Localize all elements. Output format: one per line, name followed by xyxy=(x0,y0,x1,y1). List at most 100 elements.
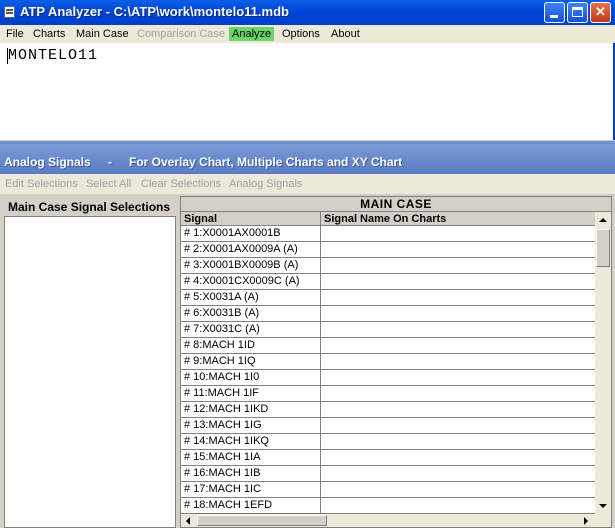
signal-name-cell[interactable] xyxy=(321,226,595,241)
close-button[interactable]: ✕ xyxy=(590,2,611,23)
menu-about[interactable]: About xyxy=(328,27,363,41)
column-header-signal[interactable]: Signal xyxy=(181,212,321,226)
arrow-down-icon xyxy=(599,504,607,508)
table-row[interactable]: # 17:MACH 1IC xyxy=(181,482,595,498)
minimize-button[interactable] xyxy=(544,2,565,23)
signal-cell[interactable]: # 15:MACH 1IA xyxy=(181,450,321,465)
arrow-up-icon xyxy=(599,218,607,222)
signal-cell[interactable]: # 11:MACH 1IF xyxy=(181,386,321,401)
table-row[interactable]: # 10:MACH 1I0 xyxy=(181,370,595,386)
scroll-down-button[interactable] xyxy=(595,498,611,514)
maximize-button[interactable] xyxy=(567,2,588,23)
scroll-left-button[interactable] xyxy=(181,514,197,527)
table-row[interactable]: # 15:MACH 1IA xyxy=(181,450,595,466)
horizontal-scrollbar[interactable] xyxy=(181,514,595,527)
main-title-bar[interactable]: ATP Analyzer - C:\ATP\work\montelo11.mdb… xyxy=(0,0,615,25)
edit-selections-menu[interactable]: Edit Selections xyxy=(5,178,78,190)
signal-cell[interactable]: # 17:MACH 1IC xyxy=(181,482,321,497)
signal-cell[interactable]: # 8:MACH 1ID xyxy=(181,338,321,353)
table-row[interactable]: # 5:X0031A (A) xyxy=(181,290,595,306)
signal-name-cell[interactable] xyxy=(321,242,595,257)
signal-cell[interactable]: # 9:MACH 1IQ xyxy=(181,354,321,369)
signal-cell[interactable]: # 14:MACH 1IKQ xyxy=(181,434,321,449)
signal-cell[interactable]: # 2:X0001AX0009A (A) xyxy=(181,242,321,257)
table-row[interactable]: # 13:MACH 1IG xyxy=(181,418,595,434)
resize-grip[interactable] xyxy=(595,514,611,527)
scroll-up-button[interactable] xyxy=(595,212,611,228)
table-row[interactable]: # 11:MACH 1IF xyxy=(181,386,595,402)
signal-cell[interactable]: # 3:X0001BX0009B (A) xyxy=(181,258,321,273)
menu-options[interactable]: Options xyxy=(279,27,323,41)
menu-charts[interactable]: Charts xyxy=(30,27,68,41)
signal-name-cell[interactable] xyxy=(321,274,595,289)
selection-panel: Main Case Signal Selections xyxy=(0,194,177,528)
column-header-signal-name[interactable]: Signal Name On Charts xyxy=(321,212,595,226)
analog-signals-menu: Edit Selections Select All Clear Selecti… xyxy=(0,174,615,194)
horizontal-scroll-thumb[interactable] xyxy=(197,515,327,526)
table-row[interactable]: # 9:MACH 1IQ xyxy=(181,354,595,370)
analog-signals-title-bar[interactable]: Analog Signals - For Overlay Chart, Mult… xyxy=(0,144,615,174)
menu-file[interactable]: File xyxy=(3,27,27,41)
signal-name-cell[interactable] xyxy=(321,306,595,321)
vertical-scroll-thumb[interactable] xyxy=(596,229,610,267)
document-text: MONTELO11 xyxy=(8,47,99,64)
table-row[interactable]: # 1:X0001AX0001B xyxy=(181,226,595,242)
signal-cell[interactable]: # 4:X0001CX0009C (A) xyxy=(181,274,321,289)
signal-name-cell[interactable] xyxy=(321,338,595,353)
signal-cell[interactable]: # 10:MACH 1I0 xyxy=(181,370,321,385)
table-row[interactable]: # 4:X0001CX0009C (A) xyxy=(181,274,595,290)
signal-name-cell[interactable] xyxy=(321,418,595,433)
signal-name-cell[interactable] xyxy=(321,290,595,305)
menu-main-case[interactable]: Main Case xyxy=(73,27,132,41)
signal-cell[interactable]: # 1:X0001AX0001B xyxy=(181,226,321,241)
menu-comparison-case[interactable]: Comparison Case xyxy=(134,27,228,41)
grid-rows: # 1:X0001AX0001B # 2:X0001AX0009A (A) # 3:… xyxy=(181,226,595,514)
table-row[interactable]: # 8:MACH 1ID xyxy=(181,338,595,354)
maximize-icon xyxy=(572,7,583,17)
signal-name-cell[interactable] xyxy=(321,434,595,449)
signal-name-cell[interactable] xyxy=(321,386,595,401)
scroll-right-button[interactable] xyxy=(579,514,595,527)
subwindow-title: Analog Signals xyxy=(4,155,91,169)
selection-list[interactable] xyxy=(4,216,176,528)
selection-panel-label: Main Case Signal Selections xyxy=(8,200,171,214)
app-icon[interactable] xyxy=(4,6,15,18)
menu-analyze[interactable]: Analyze xyxy=(229,27,275,41)
signal-cell[interactable]: # 18:MACH 1EFD xyxy=(181,498,321,513)
document-area[interactable]: MONTELO11 xyxy=(0,43,615,140)
analog-signals-window: Analog Signals - For Overlay Chart, Mult… xyxy=(0,141,615,528)
table-row[interactable]: # 2:X0001AX0009A (A) xyxy=(181,242,595,258)
table-row[interactable]: # 12:MACH 1IKD xyxy=(181,402,595,418)
signal-name-cell[interactable] xyxy=(321,466,595,481)
signal-name-cell[interactable] xyxy=(321,322,595,337)
signal-name-cell[interactable] xyxy=(321,498,595,513)
vertical-scrollbar[interactable] xyxy=(595,212,611,514)
signal-name-cell[interactable] xyxy=(321,482,595,497)
analog-signals-menu-item[interactable]: Analog Signals xyxy=(229,178,302,190)
select-all-menu[interactable]: Select All xyxy=(86,178,131,190)
table-row[interactable]: # 18:MACH 1EFD xyxy=(181,498,595,514)
subwindow-title-separator: - xyxy=(108,155,112,169)
window-title: ATP Analyzer - C:\ATP\work\montelo11.mdb xyxy=(20,4,289,19)
table-row[interactable]: # 7:X0031C (A) xyxy=(181,322,595,338)
signal-cell[interactable]: # 7:X0031C (A) xyxy=(181,322,321,337)
signal-grid[interactable]: MAIN CASE Signal Signal Name On Charts #… xyxy=(180,196,612,528)
signal-cell[interactable]: # 13:MACH 1IG xyxy=(181,418,321,433)
table-row[interactable]: # 3:X0001BX0009B (A) xyxy=(181,258,595,274)
table-row[interactable]: # 16:MACH 1IB xyxy=(181,466,595,482)
signal-name-cell[interactable] xyxy=(321,354,595,369)
signal-cell[interactable]: # 6:X0031B (A) xyxy=(181,306,321,321)
signal-cell[interactable]: # 12:MACH 1IKD xyxy=(181,402,321,417)
signal-name-cell[interactable] xyxy=(321,450,595,465)
signal-cell[interactable]: # 16:MACH 1IB xyxy=(181,466,321,481)
arrow-left-icon xyxy=(186,517,190,525)
signal-name-cell[interactable] xyxy=(321,370,595,385)
table-row[interactable]: # 14:MACH 1IKQ xyxy=(181,434,595,450)
arrow-right-icon xyxy=(584,517,588,525)
signal-name-cell[interactable] xyxy=(321,258,595,273)
table-row[interactable]: # 6:X0031B (A) xyxy=(181,306,595,322)
signal-cell[interactable]: # 5:X0031A (A) xyxy=(181,290,321,305)
subwindow-title-description: For Overlay Chart, Multiple Charts and X… xyxy=(129,155,403,169)
clear-selections-menu[interactable]: Clear Selections xyxy=(141,178,221,190)
signal-name-cell[interactable] xyxy=(321,402,595,417)
